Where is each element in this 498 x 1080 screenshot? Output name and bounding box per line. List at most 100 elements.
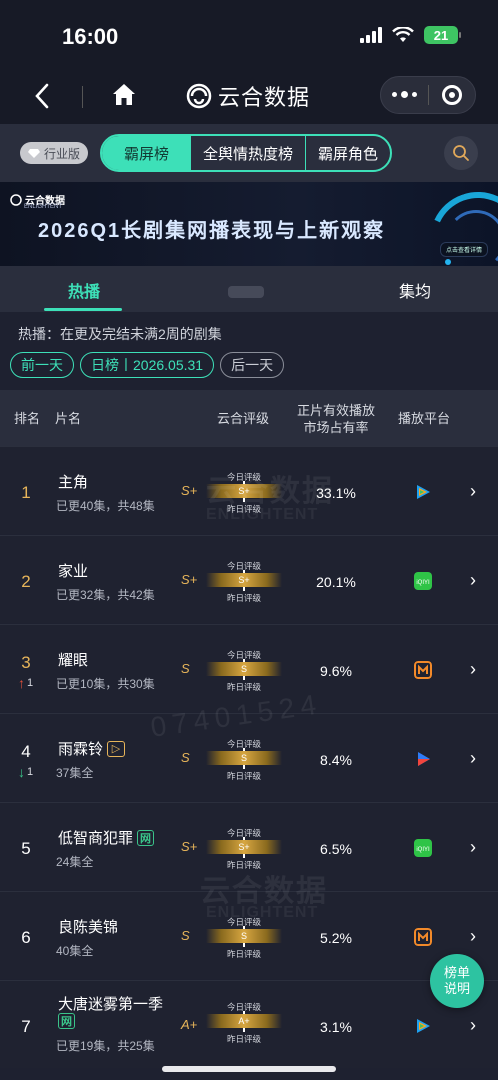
row-market-share: 9.6% xyxy=(320,663,352,679)
home-icon xyxy=(113,84,135,105)
row-title: 家业 xyxy=(58,560,88,581)
rating-visual: 今日评级 S+ 昨日评级 xyxy=(206,821,282,873)
close-miniapp-button[interactable] xyxy=(428,85,475,105)
current-date-button[interactable]: 日榜丨2026.05.31 xyxy=(80,352,215,378)
search-button[interactable] xyxy=(444,136,478,170)
row-grade: S xyxy=(181,750,190,765)
chevron-right-icon[interactable]: › xyxy=(470,926,476,947)
rating-yesterday-label: 昨日评级 xyxy=(226,504,261,514)
header-share: 正片有效播放 市场占有率 xyxy=(294,402,378,436)
table-row[interactable]: 4 ↓ 1 雨霖铃 ▷ 37集全 S 今日评级 S 昨日评级 8.4% › xyxy=(0,713,498,801)
row-market-share: 20.1% xyxy=(316,574,356,590)
chevron-right-icon[interactable]: › xyxy=(470,1015,476,1036)
table-row[interactable]: 1 主角 已更40集，共48集 S+ 今日评级 S+ 昨日评级 33.1% › xyxy=(0,446,498,534)
rating-yesterday-label: 昨日评级 xyxy=(226,949,261,959)
sub-tabs: 热播 集均 xyxy=(0,266,498,312)
row-episodes: 已更32集，共42集 xyxy=(56,588,155,602)
promo-banner[interactable]: 云合数据 ENLIGHTENT 2026Q1长剧集网播表现与上新观察 点击查看详… xyxy=(0,182,498,266)
row-market-share: 8.4% xyxy=(320,752,352,768)
row-rank: 4 xyxy=(21,742,31,761)
status-bar: 16:00 21 xyxy=(0,0,498,72)
row-rank: 7 xyxy=(21,1017,31,1036)
row-episodes: 已更10集，共30集 xyxy=(56,677,155,691)
svg-text:iQIYI: iQIYI xyxy=(416,847,430,853)
date-navigation: 前一天 日榜丨2026.05.31 后一天 xyxy=(10,352,285,378)
tab-dominant-roles[interactable]: 霸屏角色 xyxy=(305,136,390,170)
prev-day-button[interactable]: 前一天 xyxy=(10,352,74,378)
battery-level: 21 xyxy=(433,27,449,43)
iqiyi-icon: iQIYI xyxy=(414,839,432,857)
brand-name: 云合数据 xyxy=(218,85,311,110)
row-title-text: 主角 xyxy=(58,474,89,491)
wifi-icon xyxy=(392,27,414,42)
rank-down-arrow-icon: ↓ xyxy=(18,764,25,780)
table-row[interactable]: 2 家业 已更32集，共42集 S+ 今日评级 S+ 昨日评级 20.1% iQIYI… xyxy=(0,535,498,623)
rating-today-value: S+ xyxy=(238,486,250,496)
chevron-left-icon xyxy=(35,83,49,109)
subtab-per-episode[interactable]: 集均 xyxy=(399,278,431,302)
home-indicator[interactable] xyxy=(162,1066,336,1072)
rating-yesterday-label: 昨日评级 xyxy=(226,593,261,603)
table-row[interactable]: 7 大唐迷雾第一季网已更19集，共25集 A+ 今日评级 A+ 昨日评级 3.1% … xyxy=(0,980,498,1068)
table-row[interactable]: 3 ↑ 1 耀眼 已更10集，共30集 S 今日评级 S 昨日评级 9.6% › xyxy=(0,624,498,712)
row-episodes: 已更19集，共25集 xyxy=(56,1039,155,1053)
rating-yesterday-tick xyxy=(243,1028,245,1032)
ranking-explanation-button[interactable]: 榜单 说明 xyxy=(430,954,484,1008)
rank-change: ↓ 1 xyxy=(18,764,33,780)
row-rank: 2 xyxy=(21,572,31,591)
next-day-button[interactable]: 后一天 xyxy=(220,352,285,378)
rating-yesterday-tick xyxy=(243,676,245,680)
table-row[interactable]: 6 良陈美锦 40集全 S 今日评级 S 昨日评级 5.2% › xyxy=(0,891,498,979)
chevron-right-icon[interactable]: › xyxy=(470,837,476,858)
header-share-line1: 正片有效播放 xyxy=(296,403,375,418)
table-row[interactable]: 5 低智商犯罪网 24集全 S+ 今日评级 S+ 昨日评级 6.5% iQIYI › xyxy=(0,802,498,890)
nav-divider xyxy=(82,86,83,108)
row-title: 良陈美锦 xyxy=(58,916,118,937)
tencent-video-icon xyxy=(417,485,430,499)
rating-yesterday-label: 昨日评级 xyxy=(226,1034,261,1044)
subtab-hot[interactable]: 热播 xyxy=(68,278,100,302)
home-button[interactable] xyxy=(110,81,138,109)
fab-line1: 榜单 xyxy=(443,965,470,980)
chevron-right-icon[interactable]: › xyxy=(470,659,476,680)
row-episodes: 24集全 xyxy=(56,855,94,869)
chevron-right-icon[interactable]: › xyxy=(470,481,476,502)
row-episodes: 已更40集，共48集 xyxy=(56,499,155,513)
rating-yesterday-tick xyxy=(243,943,245,947)
banner-detail-pill: 点击查看详情 xyxy=(439,242,488,257)
subtab-obscured[interactable] xyxy=(228,286,264,298)
row-title: 低智商犯罪网 xyxy=(58,827,155,848)
youku-icon xyxy=(418,752,430,766)
youku-badge-icon: ▷ xyxy=(107,740,126,757)
rating-visual: 今日评级 S 昨日评级 xyxy=(206,643,282,695)
ranking-tabs: 霸屏榜 全舆情热度榜 霸屏角色 xyxy=(100,134,393,172)
header-title: 片名 xyxy=(54,411,81,426)
nav-bar: 云合数据 xyxy=(0,72,498,124)
more-button[interactable] xyxy=(381,91,428,98)
chevron-right-icon[interactable]: › xyxy=(470,748,476,769)
row-title: 雨霖铃 ▷ xyxy=(58,738,126,759)
rating-today-value: S+ xyxy=(238,842,250,852)
search-icon xyxy=(453,145,469,161)
row-title-text: 耀眼 xyxy=(58,652,89,669)
subtab-active-indicator xyxy=(44,308,122,311)
miniapp-capsule xyxy=(380,76,476,114)
header-rating: 云合评级 xyxy=(216,411,269,426)
banner-logo-en: ENLIGHTENT xyxy=(24,204,63,210)
chevron-right-icon[interactable]: › xyxy=(470,570,476,591)
header-rank: 排名 xyxy=(13,411,40,426)
rating-visual: 今日评级 S 昨日评级 xyxy=(206,910,282,962)
status-time: 16:00 xyxy=(62,24,119,49)
row-episodes: 40集全 xyxy=(56,944,94,958)
tab-screen-dominance[interactable]: 霸屏榜 xyxy=(102,136,192,170)
row-grade: S+ xyxy=(181,572,198,587)
tab-public-opinion[interactable]: 全舆情热度榜 xyxy=(191,136,305,170)
row-grade: S xyxy=(181,928,190,943)
back-button[interactable] xyxy=(28,82,56,110)
tab-row: 行业版 霸屏榜 全舆情热度榜 霸屏角色 xyxy=(0,124,498,182)
row-rank: 6 xyxy=(21,928,31,947)
rating-today-value: S xyxy=(240,931,247,941)
rating-visual: 今日评级 S+ 昨日评级 xyxy=(206,465,282,517)
row-title-text: 雨霖铃 xyxy=(58,741,104,758)
industry-badge[interactable]: 行业版 xyxy=(20,142,89,164)
